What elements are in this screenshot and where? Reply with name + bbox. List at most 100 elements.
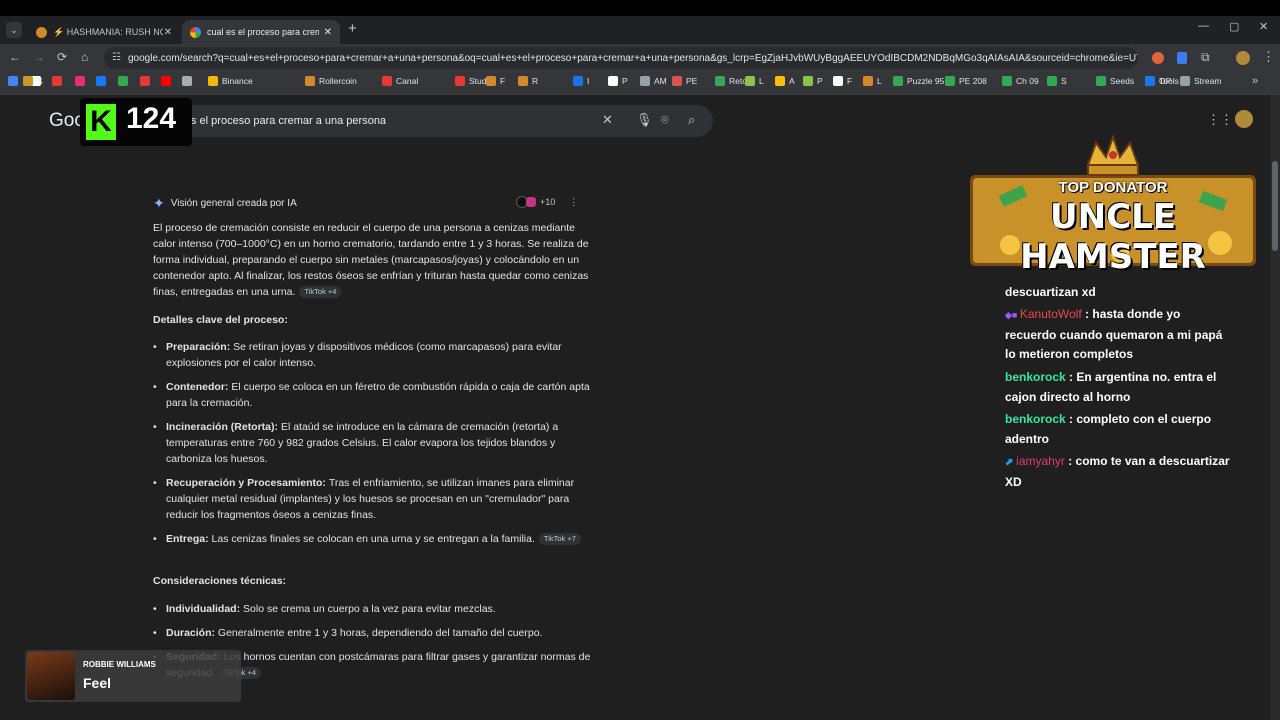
bookmark-item[interactable]: AM (640, 76, 667, 86)
kick-logo-icon: K (86, 104, 116, 140)
bookmark-item[interactable]: P (803, 76, 823, 86)
hamster-icon (36, 26, 47, 38)
banner-line2: UNCLE HAMSTER (1020, 197, 1206, 277)
bookmark-label: Stream (1194, 76, 1222, 86)
apps-grid-icon[interactable]: ⋮⋮ (1207, 112, 1233, 128)
voice-search-icon[interactable]: 🎙 (636, 112, 653, 128)
menu-kebab-icon[interactable]: ⋮ (1262, 49, 1275, 65)
bookmark-icon[interactable] (161, 76, 175, 86)
top-black-strip (0, 0, 1280, 16)
window-close-button[interactable]: ✕ (1259, 20, 1268, 33)
list-item-body: Preparación: Se retiran joyas y disposit… (166, 339, 593, 371)
chat-username[interactable]: iamyahyr (1016, 454, 1065, 468)
bookmark-label: S (37, 76, 43, 86)
bookmark-icon[interactable] (182, 76, 196, 86)
bookmark-icon (803, 76, 813, 86)
bookmark-item[interactable]: P (608, 76, 628, 86)
bookmark-icon[interactable] (52, 76, 66, 86)
bookmark-item[interactable]: S (1047, 76, 1067, 86)
folder-icon (1180, 76, 1190, 86)
tab-title: ⚡ HASHMANIA: RUSH NOW!! (53, 26, 163, 37)
bookmark-label: Canal (396, 76, 419, 86)
maximize-button[interactable]: ▢ (1229, 20, 1239, 33)
list-item-term: Incineración (Retorta): (166, 421, 281, 433)
bookmark-icon[interactable] (96, 76, 110, 86)
bookmark-icon[interactable] (118, 76, 132, 86)
bookmark-icon (382, 76, 392, 86)
bookmark-item[interactable]: PE (672, 76, 697, 86)
bookmark-icon[interactable] (8, 76, 22, 86)
minimize-button[interactable]: — (1198, 20, 1209, 32)
bookmark-item[interactable]: Binance (208, 76, 253, 86)
list-item-text: Las cenizas finales se colocan en una ur… (211, 533, 535, 545)
close-icon[interactable]: ✕ (324, 27, 332, 38)
source-chip[interactable]: TikTok +7 (538, 533, 581, 546)
now-playing-widget: ROBBIE WILLIAMS Feel (25, 650, 241, 702)
bookmark-item[interactable]: Reto (715, 76, 747, 86)
profile-avatar[interactable] (1236, 51, 1250, 65)
bookmark-item[interactable]: Canal (382, 76, 418, 86)
extensions-puzzle-icon[interactable]: ⧉ (1201, 50, 1210, 65)
bookmarks-overflow-button[interactable]: » (1252, 75, 1258, 87)
account-avatar[interactable] (1235, 110, 1253, 128)
ai-overview-title: Visión general creada por IA (170, 198, 297, 209)
bookmark-icon (305, 76, 315, 86)
close-icon[interactable]: ✕ (164, 27, 172, 38)
lens-search-icon[interactable]: ⌾ (661, 112, 669, 128)
bookmark-item[interactable]: L (863, 76, 882, 86)
list-item-text: Solo se crema un cuerpo a la vez para ev… (243, 603, 496, 615)
intro-text: El proceso de cremación consiste en redu… (153, 222, 589, 298)
bookmark-item[interactable]: S (23, 76, 43, 86)
bookmark-item[interactable]: Puzzle 95 (893, 76, 944, 86)
bookmark-item[interactable]: L (745, 76, 764, 86)
bookmark-icon (640, 76, 650, 86)
bullet: • (153, 627, 157, 639)
bookmark-label: OP (1159, 76, 1172, 86)
bookmark-item[interactable]: OP (1145, 76, 1171, 86)
extension-bitwarden-icon[interactable] (1177, 52, 1187, 64)
bookmark-item[interactable]: A (775, 76, 795, 86)
bookmark-item[interactable]: F (833, 76, 852, 86)
back-button[interactable]: ← (9, 50, 21, 64)
home-button[interactable]: ⌂ (81, 50, 88, 64)
kick-viewer-badge: K 124 (80, 98, 192, 146)
clear-search-icon[interactable]: ✕ (602, 112, 613, 128)
bookmark-item[interactable]: Seeds (1096, 76, 1134, 86)
site-info-icon[interactable]: ☷ (112, 52, 121, 63)
bookmark-item[interactable]: I (573, 76, 589, 86)
chat-username[interactable]: benkorock (1005, 370, 1066, 384)
address-bar[interactable]: ☷ google.com/search?q=cual+es+el+proceso… (104, 47, 1138, 69)
page-scrollbar[interactable] (1270, 95, 1280, 720)
chat-username[interactable]: benkorock (1005, 412, 1066, 426)
search-icon[interactable]: ⌕ (688, 112, 695, 128)
tab-hashmania[interactable]: ⚡ HASHMANIA: RUSH NOW!! ✕ (28, 20, 180, 44)
bookmark-icon (863, 76, 873, 86)
search-box[interactable]: s el proceso para cremar a una persona (155, 105, 713, 137)
scrollbar-thumb[interactable] (1272, 161, 1278, 251)
tab-list-button[interactable]: ⌄ (6, 22, 22, 38)
ai-sources[interactable]: +10 ⋮ (516, 196, 578, 208)
bookmark-icon[interactable] (75, 76, 89, 86)
chat-username[interactable]: KanutoWolf (1020, 307, 1082, 321)
bookmark-item[interactable]: F (486, 76, 505, 86)
more-options-icon[interactable]: ⋮ (569, 197, 578, 208)
bookmark-label: P (622, 76, 628, 86)
bookmark-item[interactable]: Ch 09 (1002, 76, 1039, 86)
forward-button[interactable]: → (33, 50, 45, 64)
list-item: • Preparación: Se retiran joyas y disposi… (153, 339, 593, 371)
extension-fox-icon[interactable] (1152, 52, 1164, 64)
bookmark-label: R (532, 76, 539, 86)
bookmark-label: Binance (222, 76, 253, 86)
bookmark-item[interactable]: Stream (1180, 76, 1221, 86)
bookmarks-bar: S Binance Rollercoin Canal Studio F R I P AM PE Ret… (0, 72, 1280, 95)
reload-button[interactable]: ⟳ (57, 50, 67, 64)
bookmark-label: Puzzle 95 (907, 76, 945, 86)
bookmark-item[interactable]: R (518, 76, 538, 86)
bookmark-item[interactable]: Rollercoin (305, 76, 357, 86)
tab-google-search[interactable]: cual es el proceso para cremar a ✕ (182, 20, 340, 44)
bookmark-label: P (817, 76, 823, 86)
source-chip[interactable]: TikTok +4 (299, 286, 342, 299)
new-tab-button[interactable]: + (348, 20, 357, 37)
bookmark-icon[interactable] (140, 76, 154, 86)
bookmark-item[interactable]: PE 208 (945, 76, 987, 86)
